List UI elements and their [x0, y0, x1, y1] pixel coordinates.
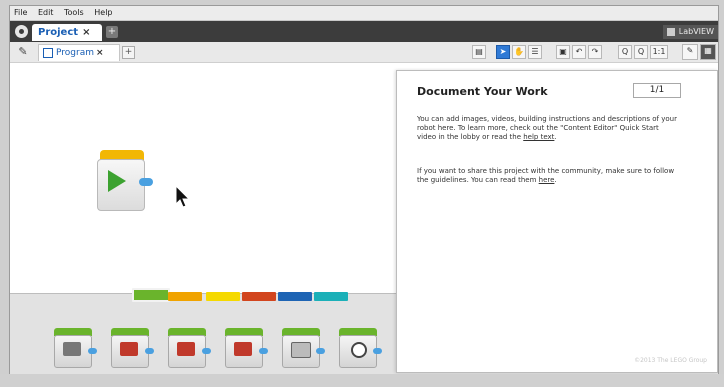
- undo-icon[interactable]: ↶: [572, 45, 586, 59]
- program-doc-icon: [43, 47, 53, 58]
- sound-icon: [351, 342, 367, 358]
- palette-tab-data-operations[interactable]: [242, 292, 276, 301]
- project-tab-bar: Project × + LabVIEW: [10, 21, 718, 42]
- move-steering-icon: [177, 342, 195, 356]
- palette-tab-action[interactable]: [132, 288, 170, 302]
- palette-tab-my-blocks[interactable]: [314, 292, 348, 301]
- display-icon: [291, 342, 311, 358]
- start-block[interactable]: [97, 150, 153, 212]
- project-properties-icon[interactable]: ✎: [16, 45, 30, 59]
- labview-badge[interactable]: LabVIEW: [662, 25, 718, 39]
- comment-tool-icon[interactable]: ☰: [528, 45, 542, 59]
- zoom-in-icon[interactable]: Q: [618, 45, 632, 59]
- sound-block[interactable]: [339, 328, 382, 368]
- add-project-button[interactable]: +: [106, 26, 118, 38]
- large-motor-icon: [120, 342, 138, 356]
- palette-tab-flow-control[interactable]: [168, 292, 202, 301]
- block-plug-icon: [373, 348, 382, 354]
- editor-paragraph-intro: You can add images, videos, building ins…: [417, 115, 679, 142]
- comment-icon[interactable]: ▤: [472, 45, 486, 59]
- mouse-cursor-icon: [175, 185, 191, 208]
- tab-program[interactable]: Program ×: [38, 44, 120, 61]
- menu-tools[interactable]: Tools: [60, 6, 88, 20]
- program-toolbar: ✎ Program × + ▤ ➤ ✋ ☰ ▣ ↶ ↷ Q Q 1:1 ✎ ▦: [10, 42, 718, 63]
- add-program-button[interactable]: +: [122, 46, 135, 59]
- lobby-home-icon[interactable]: [15, 25, 28, 38]
- guidelines-here-link[interactable]: here: [539, 176, 555, 184]
- palette-tab-sensor[interactable]: [206, 292, 240, 301]
- block-plug-icon: [316, 348, 325, 354]
- ev3-software-window: File Edit Tools Help Project × + LabVIEW …: [10, 6, 718, 380]
- move-steering-block[interactable]: [168, 328, 211, 368]
- menu-help[interactable]: Help: [90, 6, 116, 20]
- menu-edit[interactable]: Edit: [34, 6, 58, 20]
- save-icon[interactable]: ▣: [556, 45, 570, 59]
- move-tank-icon: [234, 342, 252, 356]
- medium-motor-icon: [63, 342, 81, 356]
- medium-motor-block[interactable]: [54, 328, 97, 368]
- hardware-page-icon[interactable]: ▦: [700, 44, 716, 60]
- pan-tool-icon[interactable]: ✋: [512, 45, 526, 59]
- tab-project[interactable]: Project ×: [32, 24, 102, 41]
- block-plug-icon: [88, 348, 97, 354]
- block-plug-icon: [259, 348, 268, 354]
- share-end: .: [554, 176, 557, 184]
- play-icon: [108, 170, 126, 192]
- block-plug-icon: [145, 348, 154, 354]
- program-tab-close-icon[interactable]: ×: [96, 48, 104, 58]
- program-tab-label: Program: [56, 48, 94, 58]
- content-editor-panel: Document Your Work 1/1 You can add image…: [396, 70, 718, 373]
- frame-bottom-edge: [0, 374, 724, 387]
- page-indicator[interactable]: 1/1: [633, 83, 681, 98]
- editor-paragraph-share: If you want to share this project with t…: [417, 167, 679, 185]
- select-tool-icon[interactable]: ➤: [496, 45, 510, 59]
- content-editor-title: Document Your Work: [417, 85, 548, 98]
- redo-icon[interactable]: ↷: [588, 45, 602, 59]
- menu-bar: File Edit Tools Help: [10, 6, 718, 21]
- zoom-reset-button[interactable]: 1:1: [650, 45, 668, 59]
- large-motor-block[interactable]: [111, 328, 154, 368]
- move-tank-block[interactable]: [225, 328, 268, 368]
- palette-tab-advanced[interactable]: [278, 292, 312, 301]
- intro-end: .: [554, 133, 557, 141]
- content-editor-toggle-icon[interactable]: ✎: [682, 44, 698, 60]
- zoom-out-icon[interactable]: Q: [634, 45, 648, 59]
- menu-file[interactable]: File: [10, 6, 31, 20]
- copyright-notice: ©2013 The LEGO Group: [634, 357, 707, 364]
- block-plug-icon: [202, 348, 211, 354]
- project-tab-close-icon[interactable]: ×: [82, 27, 90, 38]
- display-block[interactable]: [282, 328, 325, 368]
- project-tab-label: Project: [38, 27, 79, 38]
- help-text-link[interactable]: help text: [523, 133, 554, 141]
- sequence-plug-icon[interactable]: [139, 178, 153, 186]
